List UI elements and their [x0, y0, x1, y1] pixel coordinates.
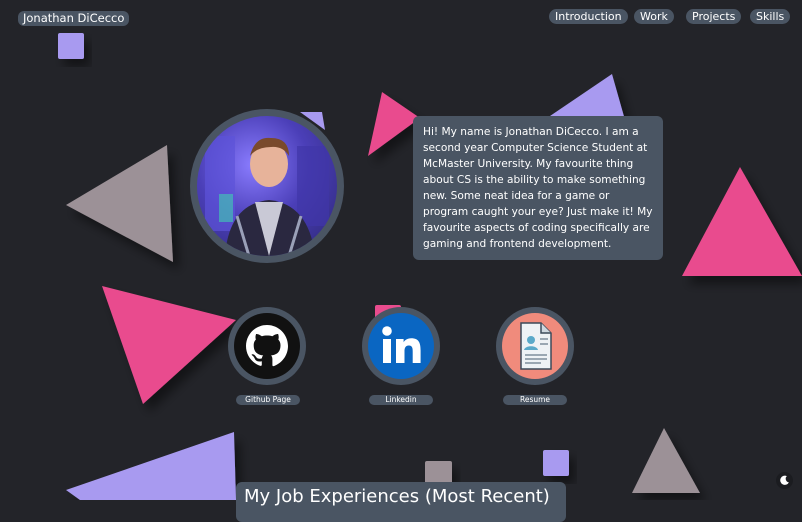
gray-triangle-bottom-shape [632, 428, 700, 493]
pink-triangle-mid-shape [102, 286, 236, 404]
resume-icon [502, 313, 568, 379]
pink-triangle-large-shape [682, 167, 802, 276]
moon-icon [780, 475, 789, 485]
resume-label[interactable]: Resume [503, 395, 567, 405]
purple-square-bottom-shape [543, 450, 569, 476]
nav-work[interactable]: Work [634, 9, 674, 24]
linkedin-link[interactable] [362, 307, 440, 385]
background-shapes [58, 33, 802, 500]
purple-square-shape [58, 33, 84, 59]
theme-toggle-button[interactable] [776, 472, 793, 489]
profile-photo [197, 116, 337, 256]
resume-link[interactable] [496, 307, 574, 385]
github-link[interactable] [228, 307, 306, 385]
site-brand[interactable]: Jonathan DiCecco [18, 11, 130, 26]
bio-card: Hi! My name is Jonathan DiCecco. I am a … [413, 116, 663, 260]
profile-photo-frame [190, 109, 344, 263]
nav-projects[interactable]: Projects [686, 9, 742, 24]
nav-skills[interactable]: Skills [750, 9, 791, 24]
linkedin-label[interactable]: Linkedin [369, 395, 433, 405]
purple-triangle-bottom-shape [66, 432, 236, 500]
linkedin-icon [368, 313, 434, 379]
nav-introduction[interactable]: Introduction [549, 9, 628, 24]
section-title-jobs: My Job Experiences (Most Recent) [236, 482, 566, 522]
github-label[interactable]: Github Page [236, 395, 300, 405]
github-icon [234, 313, 300, 379]
purple-triangle-shape [550, 74, 625, 120]
gray-triangle-shape [66, 145, 173, 262]
